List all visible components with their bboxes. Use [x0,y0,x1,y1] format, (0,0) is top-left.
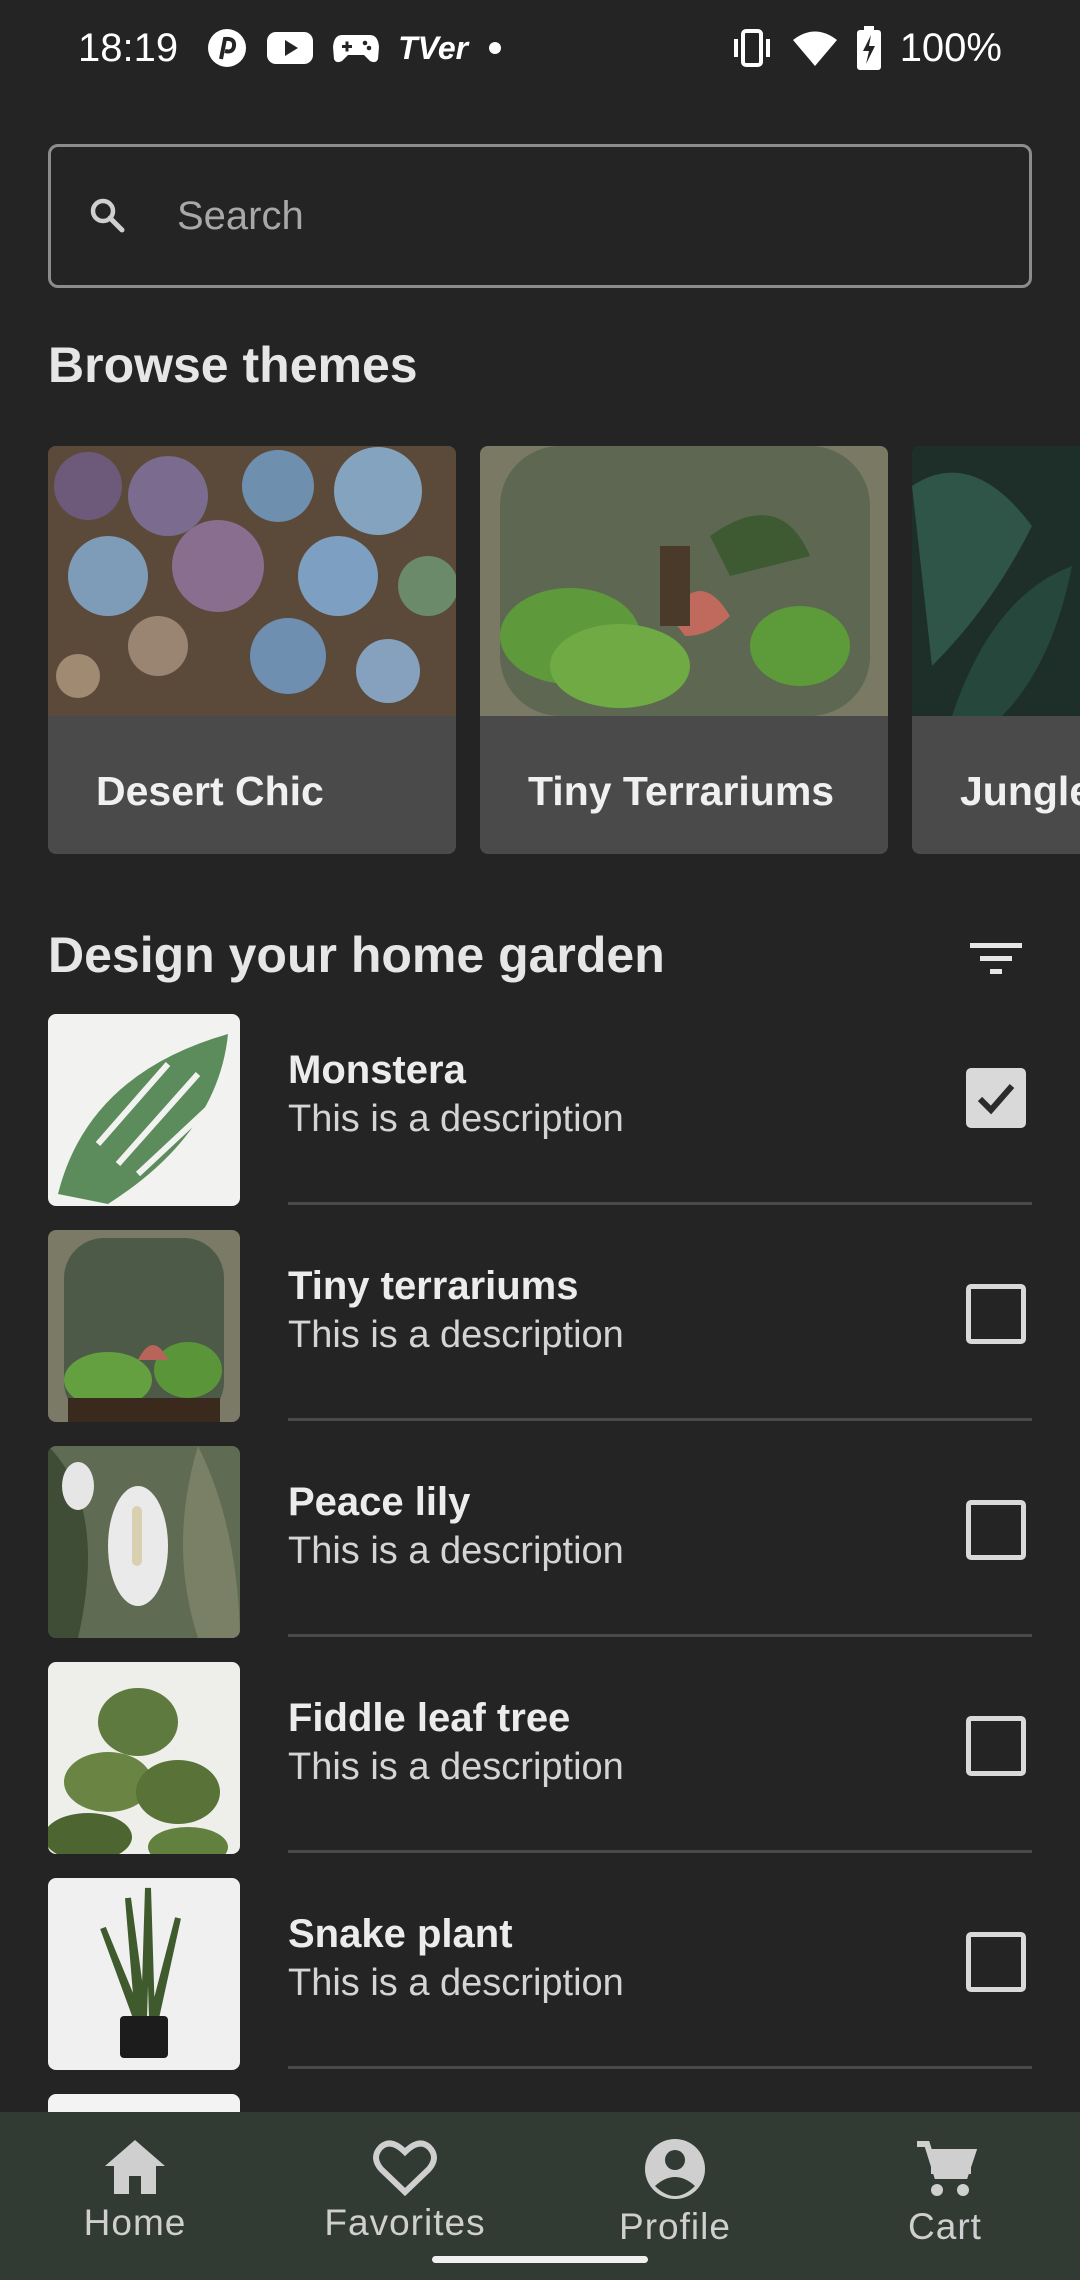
status-time: 18:19 [78,25,179,70]
battery-charging-icon [856,26,882,70]
gamepad-icon [332,31,380,65]
youtube-icon [266,30,314,66]
filter-button[interactable] [962,934,1030,984]
tiny-terrariums-image [480,446,888,716]
search-input[interactable] [177,193,937,239]
plant-description: This is a description [288,1962,624,2004]
list-item[interactable]: Peace lily This is a description [0,1444,1080,1660]
check-icon [974,1076,1018,1120]
heart-icon [373,2138,437,2196]
status-right: 100% [730,26,1002,71]
status-left: 18:19 TVer [78,26,504,71]
nav-home[interactable]: Home [0,2112,270,2280]
plant-name: Snake plant [288,1912,513,1956]
peace-lily-thumbnail [48,1446,240,1638]
search-icon [89,197,127,235]
nav-label: Favorites [324,2202,486,2243]
nav-label: Home [83,2202,187,2243]
themes-carousel[interactable]: Desert Chic Tiny Terrariums Jungle [48,446,1080,854]
theme-card-jungle-vibes[interactable]: Jungle Vibes [912,446,1080,854]
search-box[interactable] [48,144,1032,288]
plant-name: Fiddle leaf tree [288,1696,571,1740]
snake-plant-thumbnail [48,1878,240,2070]
plant-description: This is a description [288,1314,624,1356]
dot-icon [486,39,504,57]
divider [288,2066,1032,2069]
jungle-vibes-image [912,446,1080,716]
gesture-handle[interactable] [432,2256,648,2263]
fiddle-leaf-thumbnail [48,1662,240,1854]
plant-checkbox[interactable] [966,1932,1026,1992]
battery-percentage: 100% [899,25,1002,70]
home-icon [103,2138,167,2196]
plant-name: Monstera [288,1048,466,1092]
app-screen: 18:19 TVer 100% Search Browse themes Des… [0,0,1080,2280]
theme-label: Tiny Terrariums [528,768,835,814]
theme-label: Jungle Vibes [960,768,1080,814]
browse-themes-heading: Browse themes [48,337,418,393]
desert-chic-image [48,446,456,716]
nav-cart[interactable]: Cart [810,2112,1080,2280]
monstera-thumbnail [48,1014,240,1206]
nav-label: Cart [908,2206,982,2247]
theme-card-desert-chic[interactable]: Desert Chic [48,446,456,854]
filter-list-icon [968,939,1024,979]
list-item[interactable]: Snake plant This is a description [0,1876,1080,2092]
plant-description: This is a description [288,1098,624,1140]
plant-name: Tiny terrariums [288,1264,579,1308]
wifi-icon [792,29,838,67]
tver-icon: TVer [398,29,469,66]
nav-favorites[interactable]: Favorites [270,2112,540,2280]
plant-checkbox[interactable] [966,1068,1026,1128]
vibrate-icon [730,28,774,68]
theme-label: Desert Chic [96,768,324,814]
status-bar: 18:19 TVer 100% [0,0,1080,96]
pinterest-like-icon [206,27,248,69]
nav-label: Profile [619,2206,731,2247]
account-circle-icon [643,2138,707,2200]
nav-profile[interactable]: Profile [540,2112,810,2280]
divider [288,1634,1032,1637]
divider [288,1850,1032,1853]
divider [288,1202,1032,1205]
plant-description: This is a description [288,1746,624,1788]
terrarium-thumbnail [48,1230,240,1422]
plant-checkbox[interactable] [966,1716,1026,1776]
cart-icon [913,2138,977,2200]
plant-checkbox[interactable] [966,1284,1026,1344]
plant-description: This is a description [288,1530,624,1572]
list-item[interactable]: Fiddle leaf tree This is a description [0,1660,1080,1876]
plant-checkbox[interactable] [966,1500,1026,1560]
list-item[interactable]: Monstera This is a description [0,1012,1080,1228]
garden-heading: Design your home garden [48,927,665,983]
divider [288,1418,1032,1421]
list-item[interactable]: Tiny terrariums This is a description [0,1228,1080,1444]
bottom-navigation: Home Favorites Profile Cart [0,2112,1080,2280]
theme-card-tiny-terrariums[interactable]: Tiny Terrariums [480,446,888,854]
plant-name: Peace lily [288,1480,471,1524]
